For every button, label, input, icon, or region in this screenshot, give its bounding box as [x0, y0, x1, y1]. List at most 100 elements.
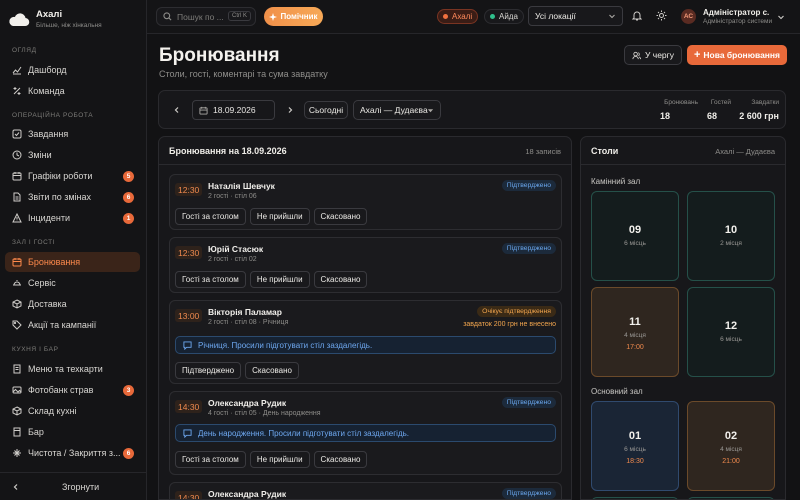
- booking-card[interactable]: 14:30 Олександра Рудик 4 гості · стіл 05…: [169, 391, 562, 475]
- stat-value: 18: [660, 111, 671, 121]
- sidebar-item-shifts[interactable]: Зміни: [5, 145, 140, 165]
- no-show-button[interactable]: Не прийшли: [249, 208, 310, 225]
- sidebar-item-bar[interactable]: Бар: [5, 422, 140, 442]
- guest-name: Олександра Рудик: [208, 398, 287, 408]
- table-number: 10: [724, 224, 738, 236]
- brand[interactable]: Ахалі Більше, ніж хінкальня: [8, 6, 102, 32]
- table-card[interactable]: 09 6 місць: [591, 191, 679, 281]
- stat-value: 68: [707, 111, 718, 121]
- new-booking-button[interactable]: + Нова бронювання: [687, 45, 787, 65]
- table-capacity: 2 місця: [720, 240, 742, 247]
- sidebar-item-photobank[interactable]: Фотобанк страв 3: [5, 380, 140, 400]
- sidebar-item-kitchen-stock[interactable]: Склад кухні: [5, 401, 140, 421]
- brand-switch-akhali[interactable]: Ахалі: [437, 9, 479, 24]
- sidebar-item-label: Зміни: [28, 150, 52, 160]
- sidebar-item-menu[interactable]: Меню та техкарти: [5, 359, 140, 379]
- sidebar-item-schedules[interactable]: Графіки роботи 5: [5, 166, 140, 186]
- brand-tagline: Більше, ніж хінкальня: [36, 22, 102, 29]
- calendar-icon: [199, 106, 208, 115]
- table-card[interactable]: 01 6 місць 18:30: [591, 401, 679, 491]
- note-text: День народження. Просили підготувати сті…: [198, 428, 409, 438]
- guest-name: Юрій Стасюк: [208, 244, 264, 254]
- table-capacity: 6 місць: [624, 446, 646, 453]
- cancelled-button[interactable]: Скасовано: [313, 451, 368, 468]
- stat-label: Гостей: [710, 99, 731, 106]
- sidebar-item-dashboard[interactable]: Дашборд: [5, 60, 140, 80]
- seated-button[interactable]: Гості за столом: [175, 208, 246, 225]
- chevron-down-icon[interactable]: [777, 13, 785, 21]
- location-select[interactable]: Усі локації: [528, 6, 623, 26]
- table-card[interactable]: 10 2 місця: [687, 191, 775, 281]
- sidebar-item-cleaning[interactable]: Чистота / Закриття з... 6: [5, 443, 140, 463]
- sidebar-item-incidents[interactable]: Інциденти 1: [5, 208, 140, 228]
- photo-icon: [12, 386, 22, 394]
- alert-icon: [12, 213, 22, 223]
- guest-name: Олександра Рудик: [208, 489, 287, 499]
- cancelled-button[interactable]: Скасовано: [313, 271, 368, 288]
- location-filter-select[interactable]: Ахалі — Дудаєва: [353, 100, 441, 120]
- sidebar-item-label: Склад кухні: [28, 406, 77, 416]
- count-badge: 1: [123, 213, 134, 224]
- bell-icon[interactable]: [632, 10, 642, 21]
- booking-card[interactable]: 13:00 Вікторія Паламар 2 гості · стіл 08…: [169, 300, 562, 384]
- sidebar-item-label: Бар: [28, 427, 44, 437]
- booking-actions: Гості за столом Не прийшли Скасовано: [175, 208, 368, 225]
- sidebar-item-shift-reports[interactable]: Звіти по змінах 6: [5, 187, 140, 207]
- confirm-button[interactable]: Підтверджено: [175, 362, 242, 379]
- status-dot: [490, 14, 495, 19]
- calendar-icon: [12, 172, 22, 181]
- table-card[interactable]: 11 4 місця 17:00: [591, 287, 679, 377]
- cancelled-button[interactable]: Скасовано: [313, 208, 368, 225]
- cancelled-button[interactable]: Скасовано: [245, 362, 299, 379]
- no-show-button[interactable]: Не прийшли: [249, 271, 310, 288]
- today-button[interactable]: Сьогодні: [304, 101, 348, 119]
- no-show-button[interactable]: Не прийшли: [249, 451, 310, 468]
- tasks-icon: [12, 129, 22, 139]
- user-menu[interactable]: Адміністратор с. Адміністратор системи: [703, 8, 772, 25]
- location-filter-value: Ахалі — Дудаєва: [360, 105, 428, 115]
- table-card[interactable]: 12 6 місць: [687, 287, 775, 377]
- collapse-sidebar-button[interactable]: Згорнути: [0, 472, 147, 500]
- sidebar-item-bookings[interactable]: Бронювання: [5, 252, 140, 272]
- tag-icon: [12, 320, 22, 330]
- chevron-left-icon[interactable]: [173, 106, 181, 114]
- sidebar-item-tasks[interactable]: Завдання: [5, 124, 140, 144]
- filter-bar: 18.09.2026 Сьогодні Ахалі — Дудаєва Брон…: [158, 90, 786, 129]
- booking-time: 13:00: [175, 309, 203, 322]
- brand-switch-aida[interactable]: Айда: [484, 9, 524, 24]
- booking-card[interactable]: 12:30 Наталія Шевчук 2 гості · стіл 06 П…: [169, 174, 562, 230]
- date-picker[interactable]: 18.09.2026: [192, 100, 275, 120]
- service-icon: [13, 280, 21, 286]
- sidebar-item-label: Звіти по змінах: [28, 192, 92, 202]
- sun-icon[interactable]: [656, 10, 667, 21]
- avatar[interactable]: АС: [681, 9, 696, 24]
- seated-button[interactable]: Гості за столом: [175, 271, 246, 288]
- chevron-left-icon: [13, 484, 18, 490]
- bar-icon: [13, 427, 21, 437]
- sidebar-item-label: Інциденти: [28, 213, 71, 223]
- guest-name: Наталія Шевчук: [208, 181, 275, 191]
- sidebar-item-service[interactable]: Сервіс: [5, 273, 140, 293]
- table-number: 01: [628, 430, 642, 442]
- booking-card[interactable]: 12:30 Юрій Стасюк 2 гості · стіл 02 Підт…: [169, 237, 562, 293]
- booking-time: 12:30: [175, 183, 203, 196]
- sidebar-item-delivery[interactable]: Доставка: [5, 294, 140, 314]
- sidebar-item-team[interactable]: Команда: [5, 81, 140, 101]
- booking-card[interactable]: 14:30 Олександра Рудик Підтверджено: [169, 482, 562, 499]
- comment-icon: [183, 340, 192, 350]
- search-input[interactable]: Пошук по ... Ctrl K: [156, 7, 256, 26]
- assistant-button[interactable]: Помічник: [264, 7, 323, 26]
- sidebar-item-label: Графіки роботи: [28, 171, 93, 181]
- status-badge: Підтверджено: [501, 397, 556, 408]
- table-card[interactable]: 02 4 місця 21:00: [687, 401, 775, 491]
- brand-name: Ахалі: [36, 9, 63, 20]
- queue-button[interactable]: У чергу: [624, 45, 682, 65]
- new-booking-label: Нова бронювання: [703, 50, 781, 60]
- seated-button[interactable]: Гості за столом: [175, 451, 246, 468]
- sidebar-item-promotions[interactable]: Акції та кампанії: [5, 315, 140, 335]
- table-booking-time: 21:00: [722, 458, 740, 465]
- section-operations: Операційна робота: [12, 112, 94, 119]
- booking-meta: 2 гості · стіл 08 · Річниця: [208, 319, 289, 326]
- clock-icon: [12, 150, 22, 160]
- chevron-right-icon[interactable]: [286, 106, 294, 114]
